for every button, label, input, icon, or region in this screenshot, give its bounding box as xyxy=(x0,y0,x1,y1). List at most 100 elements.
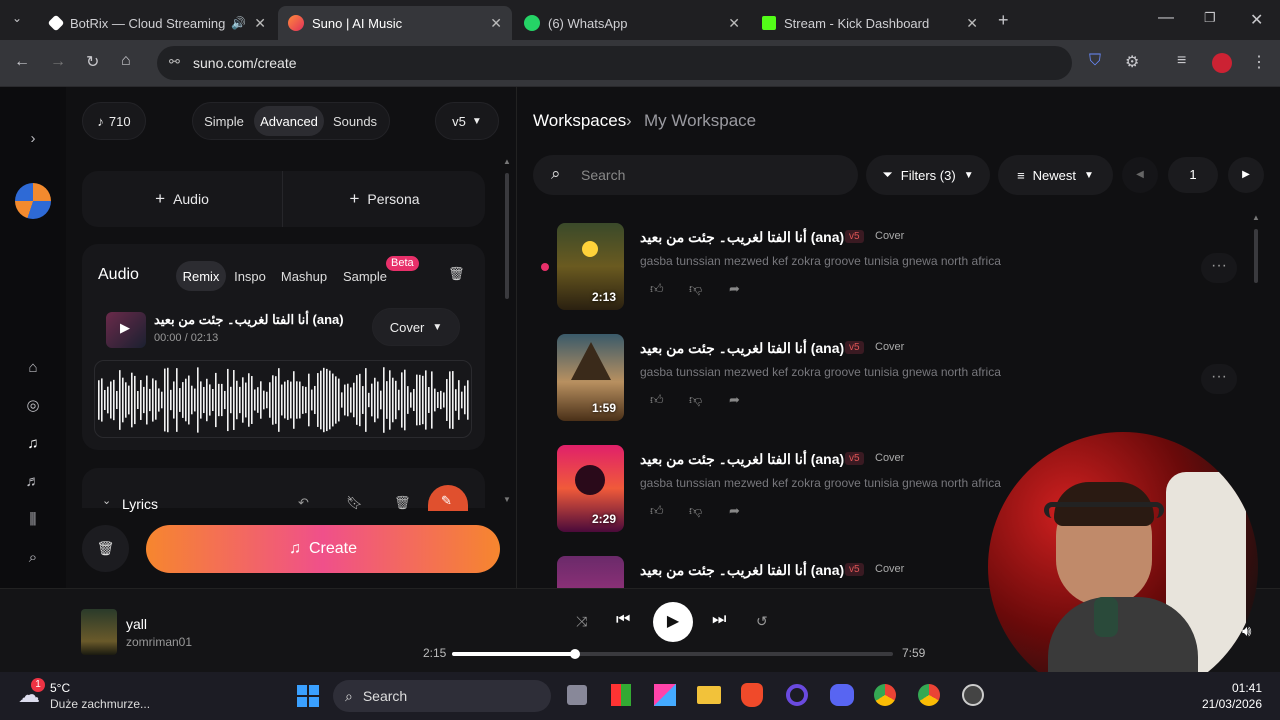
player-cover[interactable] xyxy=(81,609,117,655)
close-tab-icon[interactable]: ✕ xyxy=(254,15,266,32)
like-icon[interactable]: 👍︎ xyxy=(650,392,664,408)
tab-remix[interactable]: Remix xyxy=(176,261,226,291)
remix-mode-select[interactable]: Cover ▼ xyxy=(372,308,460,346)
add-audio-button[interactable]: + Audio xyxy=(82,171,283,227)
undo-icon[interactable]: ↶ xyxy=(298,495,309,511)
panel-scrollbar[interactable]: ▲ ▼ xyxy=(502,157,512,504)
share-icon[interactable]: ➦ xyxy=(729,503,740,519)
streaming-app-icon[interactable] xyxy=(786,684,808,706)
tab-kick[interactable]: Stream - Kick Dashboard ✕ xyxy=(752,6,988,40)
site-info-icon[interactable]: ⚯ xyxy=(169,54,180,70)
user-avatar[interactable] xyxy=(15,183,51,219)
close-tab-icon[interactable]: ✕ xyxy=(966,15,978,32)
scrollbar-thumb[interactable] xyxy=(505,173,509,299)
delete-audio-icon[interactable]: 🗑︎ xyxy=(448,266,465,282)
close-window-icon[interactable]: ✕ xyxy=(1250,10,1263,30)
minimize-icon[interactable]: — xyxy=(1158,9,1174,27)
taskbar-search[interactable]: ⌕ Search xyxy=(333,680,551,712)
dislike-icon[interactable]: 👎︎ xyxy=(689,503,702,519)
dislike-icon[interactable]: 👎︎ xyxy=(689,281,702,297)
profile-avatar[interactable] xyxy=(1212,53,1232,73)
clear-form-button[interactable]: 🗑︎ xyxy=(82,525,129,572)
file-explorer-icon[interactable] xyxy=(697,686,721,704)
share-icon[interactable]: ➦ xyxy=(729,281,740,297)
forward-icon[interactable]: → xyxy=(50,53,66,71)
prev-page-button[interactable]: ◀ xyxy=(1122,157,1158,193)
filters-button[interactable]: ⏷ Filters (3) ▼ xyxy=(866,155,990,195)
explore-nav-icon[interactable]: ◎ xyxy=(22,395,44,417)
player-track-title[interactable]: yall xyxy=(126,616,147,632)
search-input[interactable]: ⌕ Search xyxy=(533,155,858,195)
play-button[interactable]: ▶ xyxy=(653,602,693,642)
more-options-icon[interactable]: ··· xyxy=(1201,253,1237,283)
song-cover[interactable]: 2:29 xyxy=(557,445,624,532)
clock-date[interactable]: 21/03/2026 xyxy=(1190,697,1262,711)
chrome-profile-icon[interactable] xyxy=(918,684,940,706)
song-cover[interactable] xyxy=(557,556,624,588)
new-tab-icon[interactable]: + xyxy=(998,10,1009,31)
media-controls-icon[interactable]: ≡ xyxy=(1177,52,1186,70)
reload-icon[interactable]: ↻ xyxy=(86,52,99,72)
next-page-button[interactable]: ▶ xyxy=(1228,157,1264,193)
song-title[interactable]: أنا الفتا لغريب۔ جئت من بعيد (ana) xyxy=(640,451,844,468)
discord-icon[interactable] xyxy=(830,684,854,706)
home-icon[interactable]: ⌂ xyxy=(121,52,131,70)
scroll-up-icon[interactable]: ▲ xyxy=(503,157,511,166)
scroll-down-icon[interactable]: ▼ xyxy=(503,495,511,504)
create-button[interactable]: ♫ Create xyxy=(146,525,500,573)
scroll-up-icon[interactable]: ▲ xyxy=(1252,213,1260,222)
next-icon[interactable]: ⏭︎ xyxy=(712,611,726,629)
chevron-down-icon[interactable]: ⌄ xyxy=(102,494,111,507)
workspace-scrollbar[interactable]: ▲ xyxy=(1252,213,1260,290)
tab-inspo[interactable]: Inspo xyxy=(228,261,272,291)
credits-pill[interactable]: ♪ 710 xyxy=(82,102,146,140)
audio-cover-thumbnail[interactable]: ▶ xyxy=(106,312,146,348)
search-nav-icon[interactable]: ⌕ xyxy=(22,547,44,569)
mode-advanced[interactable]: Advanced xyxy=(254,106,324,136)
progress-handle[interactable] xyxy=(570,649,581,659)
close-tab-icon[interactable]: ✕ xyxy=(728,15,740,32)
tab-sample[interactable]: Sample xyxy=(338,261,392,291)
more-options-icon[interactable]: ··· xyxy=(1201,364,1237,394)
url-bar[interactable]: ⚯ suno.com/create xyxy=(157,46,1072,80)
close-tab-icon[interactable]: ✕ xyxy=(490,15,502,32)
like-icon[interactable]: 👍︎ xyxy=(650,281,664,297)
create-nav-icon[interactable]: ♫ xyxy=(22,433,44,455)
restore-icon[interactable]: ❐ xyxy=(1204,10,1216,26)
tab-whatsapp[interactable]: (6) WhatsApp ✕ xyxy=(514,6,750,40)
shield-extension-icon[interactable]: ⛉ xyxy=(1089,52,1101,70)
share-icon[interactable]: ➦ xyxy=(729,392,740,408)
repeat-icon[interactable]: ↺ xyxy=(756,613,768,630)
breadcrumb-workspaces[interactable]: Workspaces xyxy=(533,111,626,131)
expand-sidebar-icon[interactable]: › xyxy=(22,128,44,150)
sort-select[interactable]: ≡ Newest ▼ xyxy=(998,155,1113,195)
add-persona-button[interactable]: + Persona xyxy=(284,171,485,227)
song-title[interactable]: أنا الفتا لغريب۔ جئت من بعيد (ana) xyxy=(640,340,844,357)
dislike-icon[interactable]: 👎︎ xyxy=(689,392,702,408)
weather-desc[interactable]: Duże zachmurze... xyxy=(50,697,150,711)
tab-mashup[interactable]: Mashup xyxy=(276,261,332,291)
weather-temp[interactable]: 5°C xyxy=(50,681,70,695)
shuffle-icon[interactable]: ⤨ xyxy=(576,613,587,630)
windows-start-icon[interactable] xyxy=(297,685,319,707)
store-icon[interactable] xyxy=(654,684,676,706)
song-row[interactable]: 2:13 أنا الفتا لغريب۔ جئت من بعيد (ana) … xyxy=(557,223,1237,311)
clear-lyrics-icon[interactable]: 🗑︎ xyxy=(394,495,411,511)
studio-nav-icon[interactable]: ♬ xyxy=(22,471,44,493)
song-title[interactable]: أنا الفتا لغريب۔ جئت من بعيد (ana) xyxy=(640,562,844,579)
bookmark-icon[interactable]: 🔖︎ xyxy=(346,495,363,511)
song-cover[interactable]: 2:13 xyxy=(557,223,624,310)
like-icon[interactable]: 👍︎ xyxy=(650,503,664,519)
tab-search-icon[interactable]: ⌄ xyxy=(12,11,22,25)
extensions-icon[interactable]: ⚙ xyxy=(1125,52,1139,72)
player-artist[interactable]: zomriman01 xyxy=(126,635,192,649)
song-row[interactable]: 1:59 أنا الفتا لغريب۔ جئت من بعيد (ana) … xyxy=(557,334,1237,422)
clock-time[interactable]: 01:41 xyxy=(1200,681,1262,695)
speaker-icon[interactable]: 🔊 xyxy=(231,16,246,30)
previous-icon[interactable]: ⏮︎ xyxy=(616,611,630,629)
progress-track[interactable] xyxy=(452,649,893,659)
task-view-icon[interactable] xyxy=(567,685,587,705)
home-nav-icon[interactable]: ⌂ xyxy=(22,357,44,379)
scrollbar-thumb[interactable] xyxy=(1254,229,1258,283)
tab-suno[interactable]: Suno | AI Music ✕ xyxy=(278,6,512,40)
